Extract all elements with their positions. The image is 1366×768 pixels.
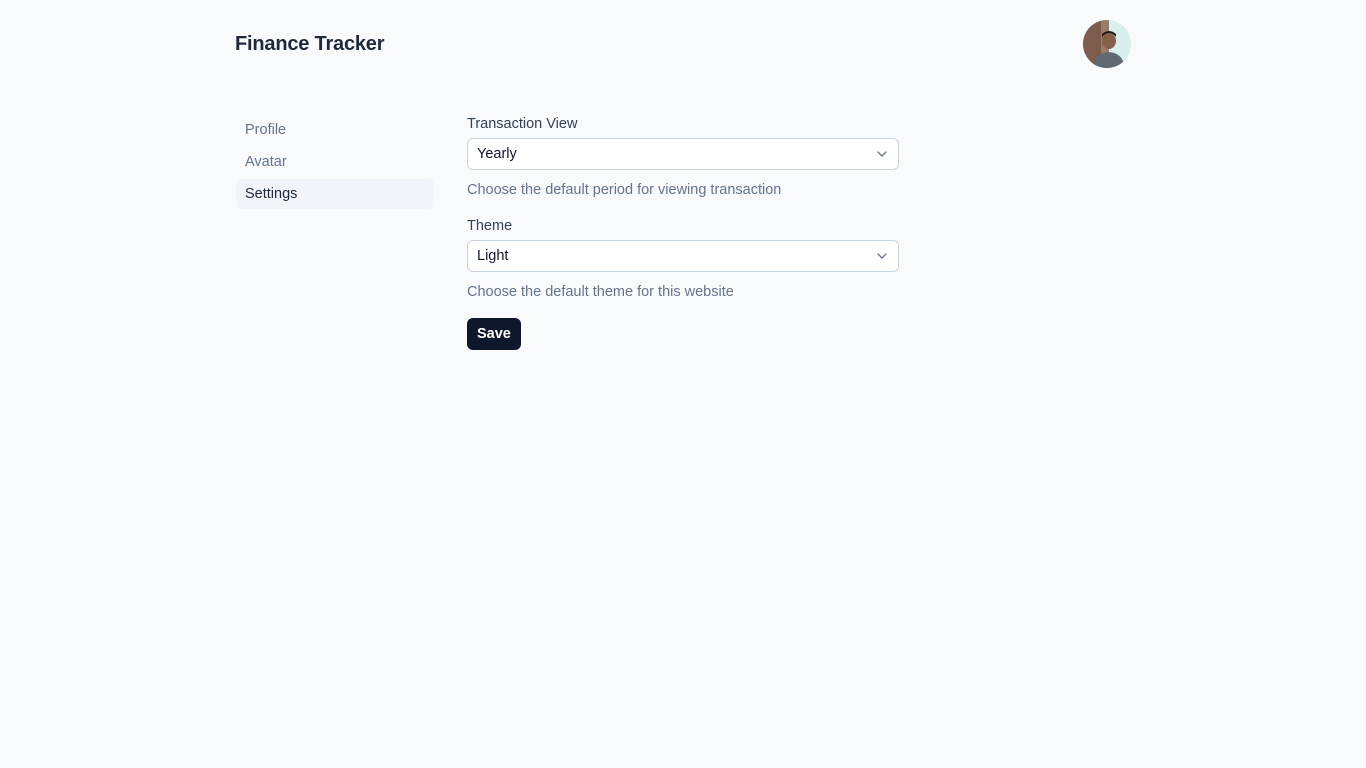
sidebar-item-settings[interactable]: Settings	[236, 179, 434, 209]
theme-value: Light	[477, 248, 509, 264]
sidebar-item-avatar[interactable]: Avatar	[236, 147, 434, 177]
settings-form: Transaction View Yearly Choose the defau…	[467, 115, 899, 350]
transaction-view-select[interactable]: Yearly	[467, 138, 899, 170]
transaction-view-field: Transaction View Yearly Choose the defau…	[467, 115, 899, 199]
settings-sidebar: Profile Avatar Settings	[236, 115, 434, 209]
transaction-view-value: Yearly	[477, 146, 517, 162]
save-button[interactable]: Save	[467, 318, 521, 350]
chevron-down-icon	[877, 151, 887, 157]
theme-field: Theme Light Choose the default theme for…	[467, 217, 899, 301]
transaction-view-help: Choose the default period for viewing tr…	[467, 182, 782, 198]
avatar-image-icon	[1083, 20, 1131, 68]
theme-select[interactable]: Light	[467, 240, 899, 272]
theme-label: Theme	[467, 218, 513, 234]
theme-help: Choose the default theme for this websit…	[467, 284, 734, 300]
app-header: Finance Tracker	[235, 20, 1131, 68]
transaction-view-label: Transaction View	[467, 116, 578, 132]
app-title: Finance Tracker	[235, 32, 385, 55]
user-avatar[interactable]	[1083, 20, 1131, 68]
chevron-down-icon	[877, 253, 887, 259]
sidebar-item-profile[interactable]: Profile	[236, 115, 434, 145]
